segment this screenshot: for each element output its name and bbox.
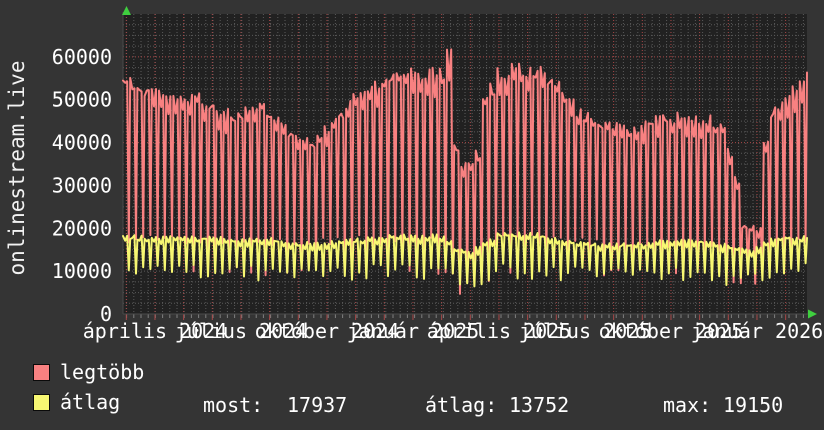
y-axis-label: 20000 bbox=[52, 216, 112, 240]
legend-item-legtobb: legtöbb bbox=[33, 360, 145, 384]
stat-most-value: 17937 bbox=[287, 393, 348, 417]
legend-item-atlag: átlag bbox=[33, 390, 121, 414]
legend-label-atlag: átlag bbox=[60, 390, 121, 414]
y-axis-label: 10000 bbox=[52, 259, 112, 283]
y-axis-label: 50000 bbox=[52, 88, 112, 112]
plot-area: 0100002000030000400005000060000április 2… bbox=[52, 6, 823, 343]
stat-atlag-label: átlag: bbox=[425, 393, 498, 417]
y-axis-label: 60000 bbox=[52, 45, 112, 69]
y-axis-label: 30000 bbox=[52, 173, 112, 197]
stat-most-label: most: bbox=[203, 393, 264, 417]
legend-label-legtobb: legtöbb bbox=[60, 360, 145, 384]
stat-max-value: 19150 bbox=[723, 393, 784, 417]
y-axis-arrow-icon bbox=[122, 6, 131, 15]
stat-max-label: max: bbox=[663, 393, 712, 417]
legend-swatch-legtobb bbox=[33, 363, 50, 381]
x-axis-arrow-icon bbox=[808, 309, 817, 319]
graph-window: onlinestream.live 0 10000 20000 30000 40000 5… bbox=[0, 0, 824, 430]
x-axis-label: január 2026 bbox=[691, 319, 823, 343]
y-axis-label: 40000 bbox=[52, 131, 112, 155]
stat-atlag-value: 13752 bbox=[509, 393, 570, 417]
legend-swatch-atlag bbox=[33, 393, 50, 411]
